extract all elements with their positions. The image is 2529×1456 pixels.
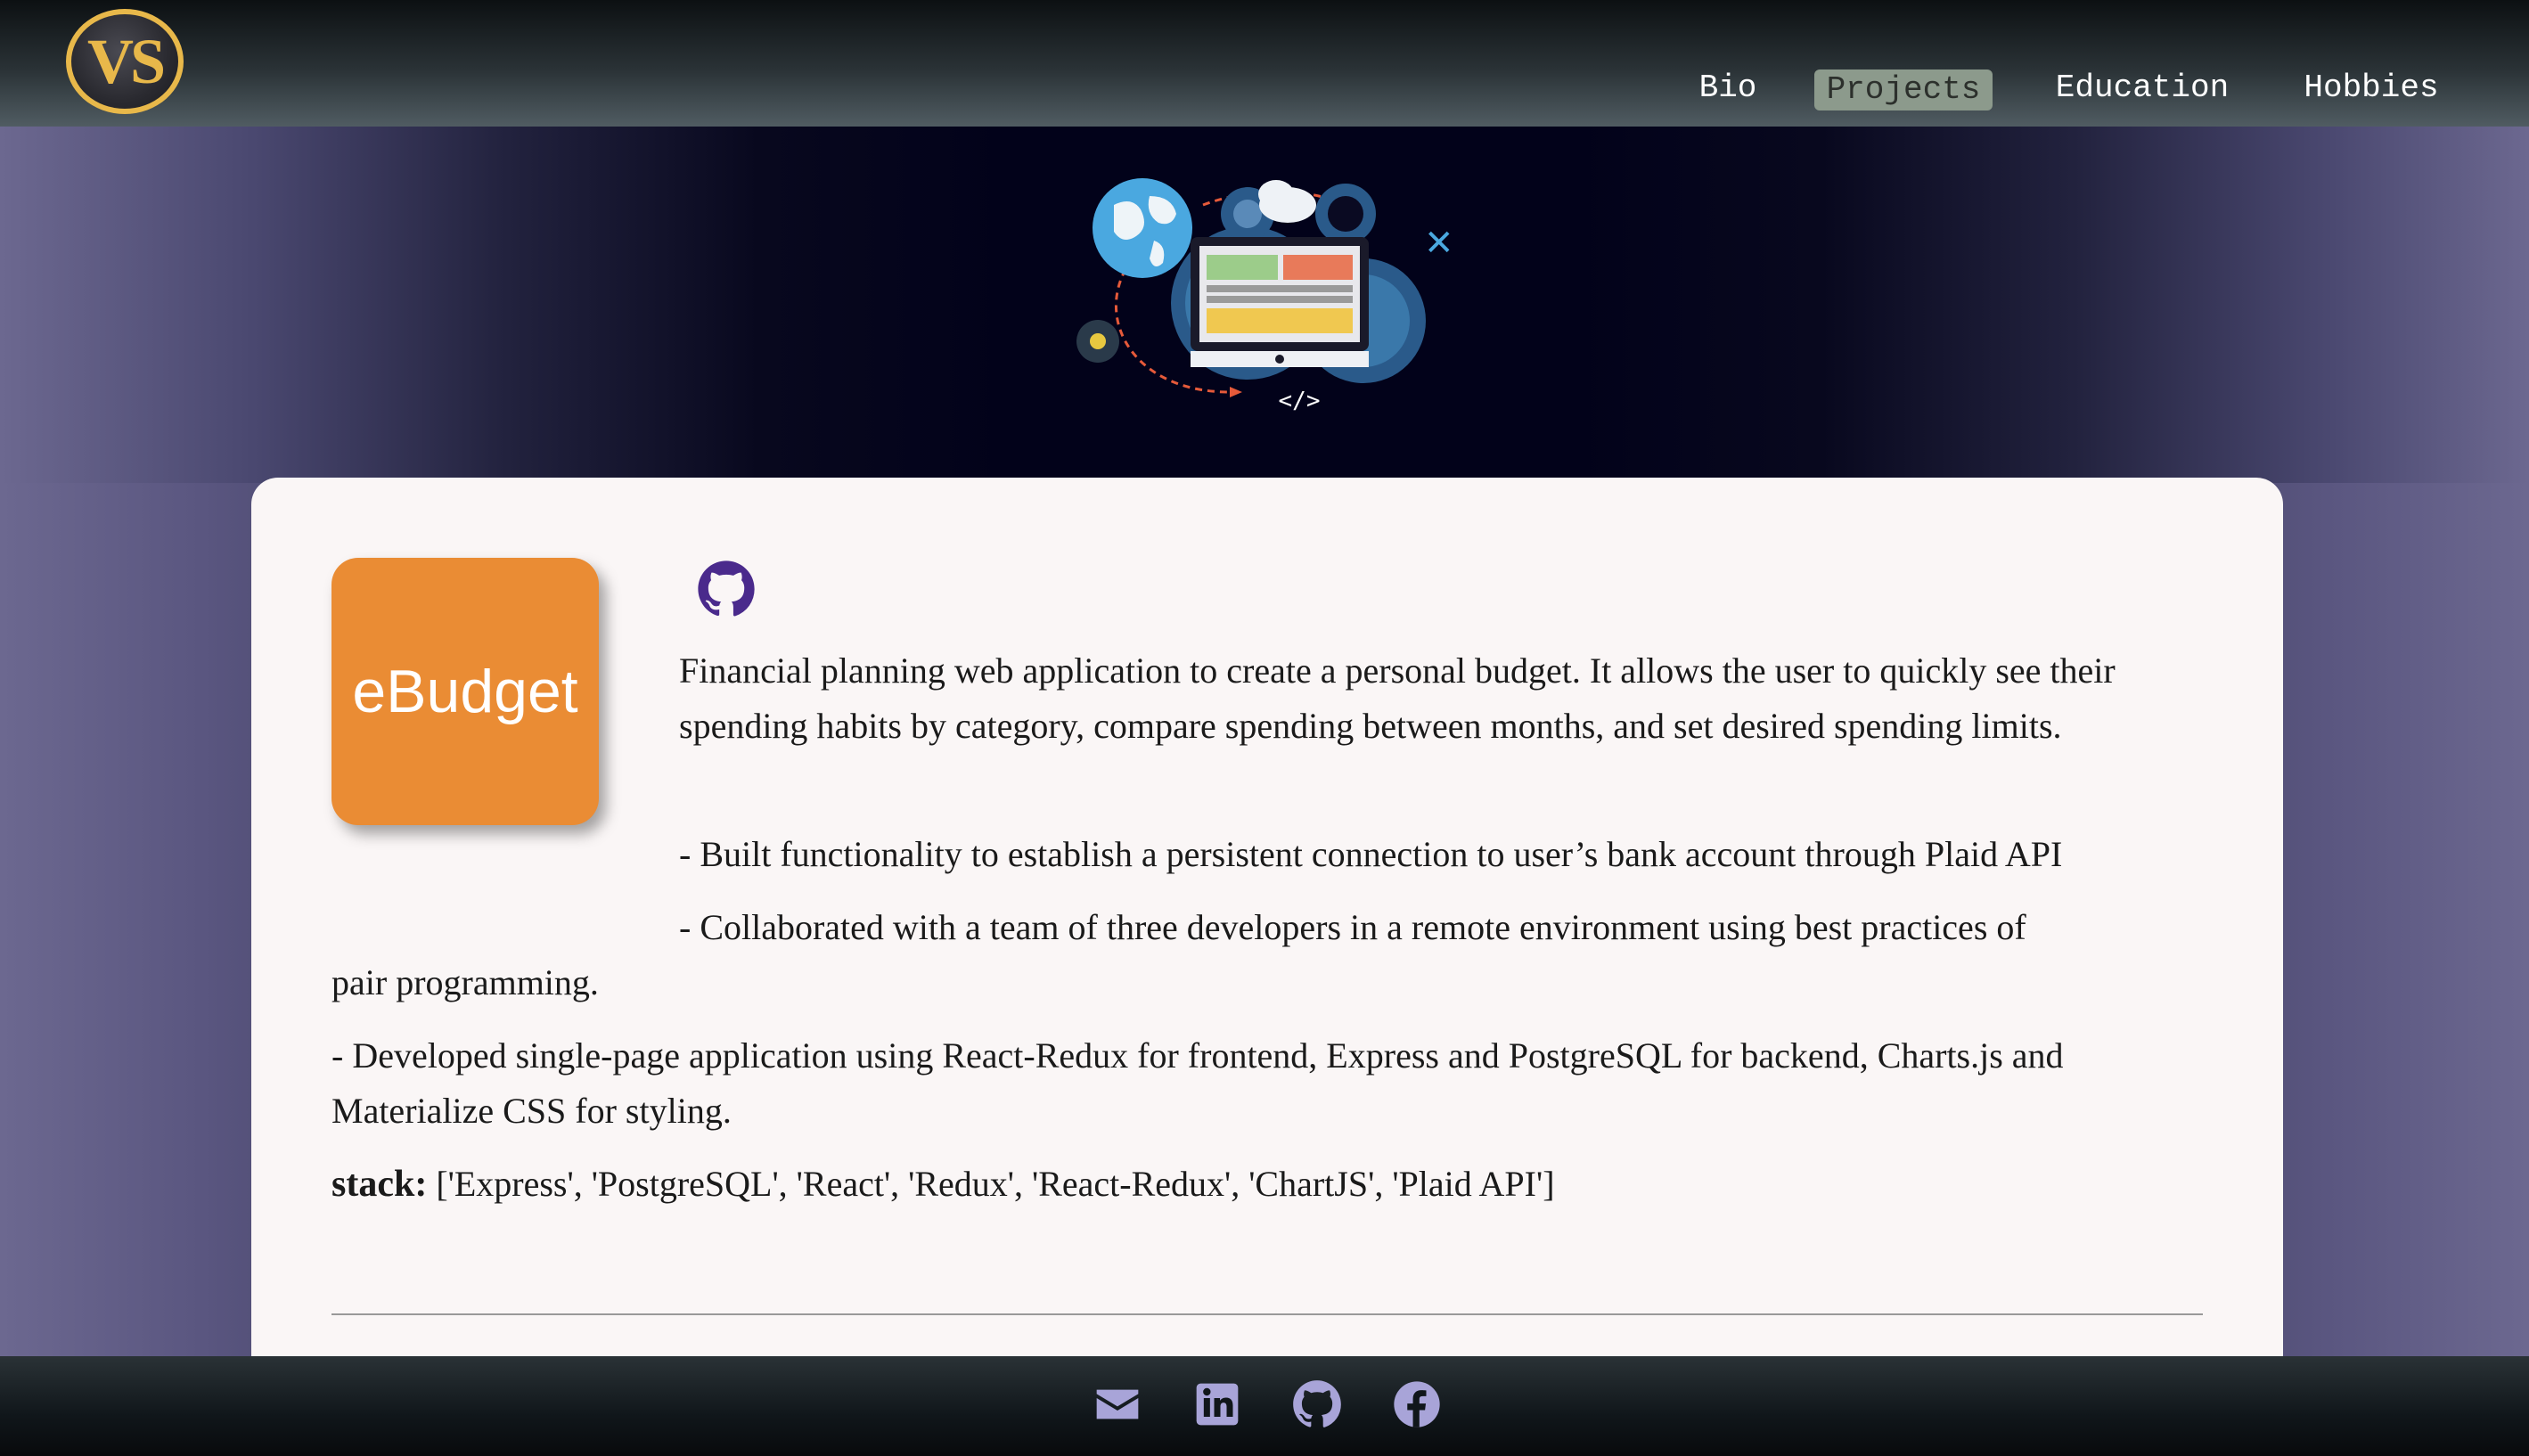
project-bullet-team-cont: pair programming. <box>331 962 599 1002</box>
project-bullet-plaid: - Built functionality to establish a per… <box>679 834 2063 874</box>
nav-education[interactable]: Education <box>2048 66 2237 110</box>
mail-icon[interactable] <box>1093 1379 1142 1429</box>
ebudget-logo: eBudget <box>331 558 599 825</box>
nav-projects[interactable]: Projects <box>1814 70 1993 110</box>
project-bullet-team: - Collaborated with a team of three deve… <box>679 907 2026 947</box>
footer-bar <box>0 1356 2529 1456</box>
github-icon[interactable] <box>1292 1379 1342 1429</box>
linkedin-icon[interactable] <box>1192 1379 1242 1429</box>
site-logo-text: VS <box>86 25 166 97</box>
github-icon[interactable] <box>697 560 756 618</box>
card-divider <box>331 1313 2203 1315</box>
project-card: eBudget Financial planning web applicati… <box>251 478 2283 1456</box>
project-stack: stack: ['Express', 'PostgreSQL', 'React'… <box>331 1157 1555 1212</box>
web-development-illustration: ✕ </> <box>1069 169 1461 419</box>
ebudget-logo-text: eBudget <box>352 658 578 725</box>
project-bullet-stack-details: - Developed single-page application usin… <box>331 1035 2064 1131</box>
site-logo[interactable]: VS <box>66 9 184 114</box>
stack-label: stack: <box>331 1164 428 1205</box>
top-navbar: VS Bio Projects Education Hobbies <box>0 0 2529 127</box>
project-description: Financial planning web application to cr… <box>679 650 2116 746</box>
nav-bio[interactable]: Bio <box>1688 66 1768 110</box>
stack-value: ['Express', 'PostgreSQL', 'React', 'Redu… <box>436 1164 1555 1204</box>
code-tag-text: </> <box>1279 388 1321 414</box>
svg-text:✕: ✕ <box>1424 223 1454 264</box>
nav-hobbies[interactable]: Hobbies <box>2297 66 2445 110</box>
facebook-icon[interactable] <box>1392 1379 1442 1429</box>
